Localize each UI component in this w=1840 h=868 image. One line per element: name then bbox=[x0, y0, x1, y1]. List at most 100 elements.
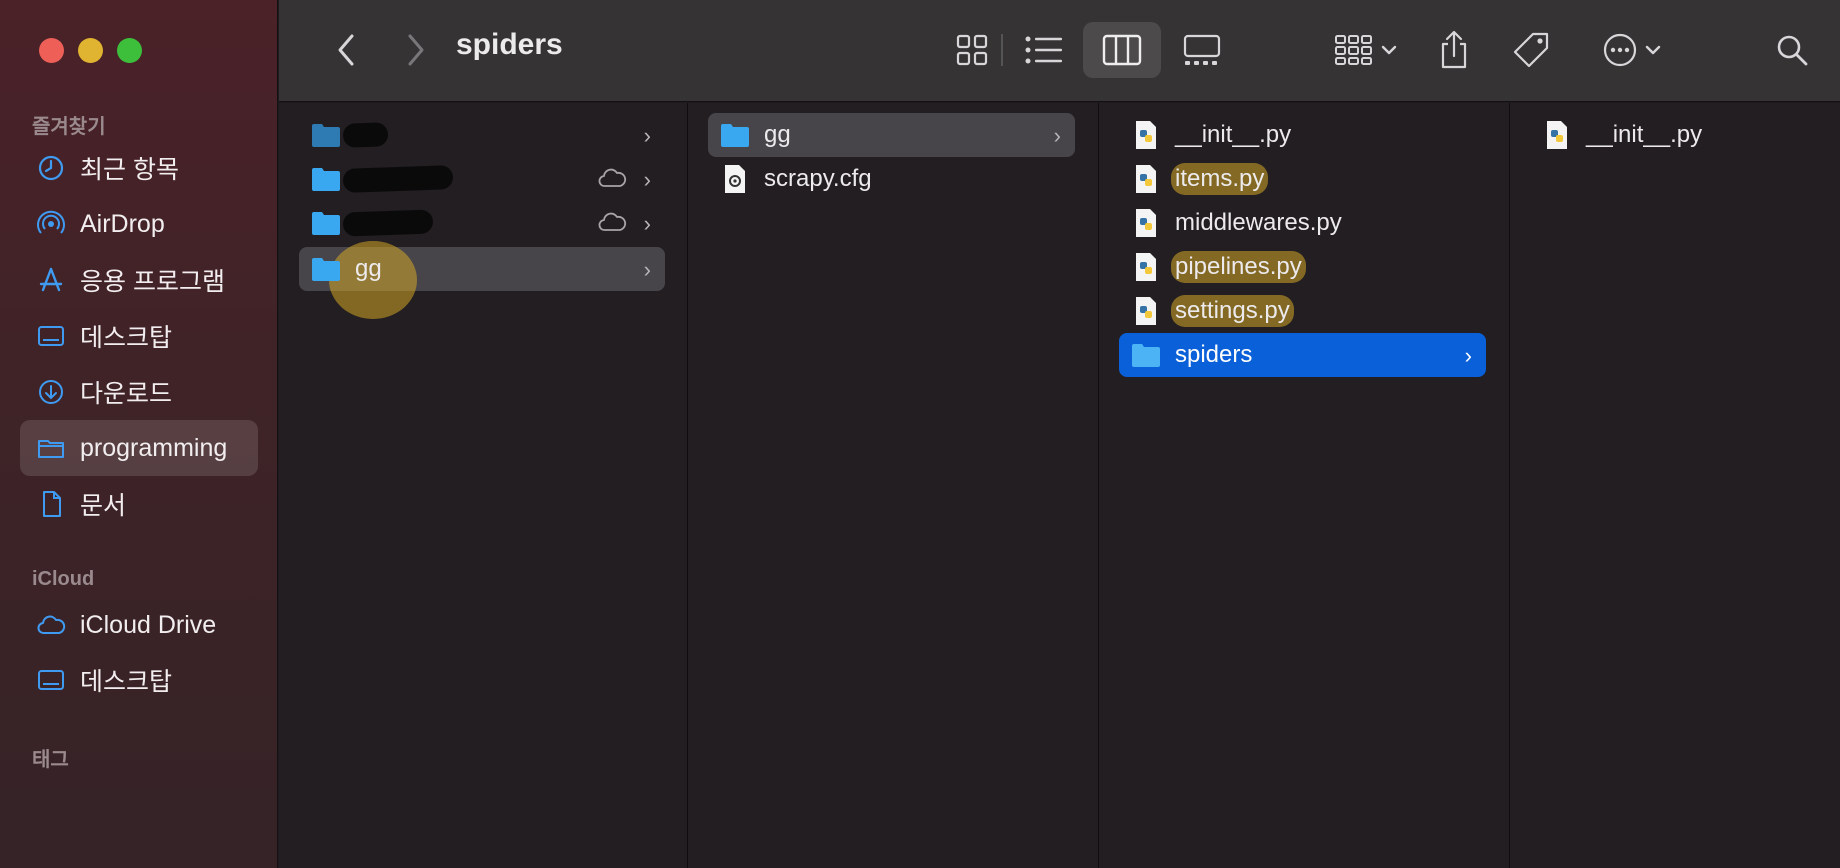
share-icon bbox=[1441, 30, 1467, 69]
sidebar-item-label: AirDrop bbox=[80, 209, 165, 238]
list-item[interactable]: › bbox=[299, 113, 665, 157]
chevron-right-icon: › bbox=[643, 123, 651, 148]
minimize-window-button[interactable] bbox=[78, 38, 103, 63]
zoom-window-button[interactable] bbox=[117, 38, 142, 63]
sidebar-item-applications[interactable]: 응용 프로그램 bbox=[20, 252, 258, 308]
list-item-label: settings.py bbox=[1171, 295, 1294, 327]
list-item-label: items.py bbox=[1171, 163, 1269, 195]
sidebar-item-label: programming bbox=[80, 433, 228, 462]
column-4: __init__.py bbox=[1511, 103, 1840, 868]
chevron-right-icon: › bbox=[643, 167, 651, 192]
list-item[interactable]: › bbox=[299, 157, 665, 201]
redacted-mark bbox=[342, 122, 389, 148]
folder-icon bbox=[311, 208, 341, 238]
sidebar: 즐겨찾기 최근 항목 AirDrop 응용 프로그램 데스크탑 다운로드 pro… bbox=[0, 0, 278, 868]
list-item-spiders-selected[interactable]: spiders › bbox=[1119, 333, 1486, 377]
folder-icon bbox=[36, 433, 66, 463]
desktop-icon bbox=[36, 665, 66, 695]
chevron-left-icon bbox=[338, 34, 354, 66]
python-file-icon bbox=[1131, 296, 1161, 326]
airdrop-icon bbox=[36, 209, 66, 239]
sidebar-item-label: 다운로드 bbox=[80, 380, 173, 408]
column-1: › › › gg › bbox=[279, 103, 688, 868]
clock-icon bbox=[36, 153, 66, 183]
column-view-button[interactable] bbox=[1083, 22, 1161, 78]
chevron-down-icon bbox=[1645, 45, 1661, 55]
list-item-label: gg bbox=[764, 121, 791, 148]
sidebar-item-documents[interactable]: 문서 bbox=[20, 476, 258, 532]
back-button[interactable] bbox=[321, 22, 371, 78]
python-file-icon bbox=[1131, 208, 1161, 238]
folder-icon bbox=[311, 254, 341, 284]
list-item[interactable]: __init__.py bbox=[1530, 113, 1820, 157]
toolbar-divider bbox=[1001, 34, 1003, 66]
more-actions-button[interactable] bbox=[1594, 22, 1670, 78]
search-icon bbox=[1777, 35, 1808, 66]
close-window-button[interactable] bbox=[39, 38, 64, 63]
sidebar-item-label: 최근 항목 bbox=[80, 156, 179, 184]
search-button[interactable] bbox=[1767, 22, 1817, 78]
group-menu-button[interactable] bbox=[1327, 22, 1405, 78]
sidebar-item-label: 데스크탑 bbox=[80, 324, 173, 352]
list-item[interactable]: settings.py bbox=[1119, 289, 1486, 333]
tag-icon bbox=[1513, 32, 1549, 68]
list-item[interactable]: scrapy.cfg bbox=[708, 157, 1075, 201]
sidebar-section-tags: 태그 bbox=[32, 749, 69, 771]
sidebar-item-label: 데스크탑 bbox=[80, 668, 173, 696]
list-item[interactable]: __init__.py bbox=[1119, 113, 1486, 157]
list-item-label: gg bbox=[355, 255, 382, 282]
cloud-icon bbox=[597, 211, 627, 240]
cloud-icon bbox=[597, 167, 627, 196]
column-browser: › › › gg › gg › scrapy.cfg __init__.py i… bbox=[279, 103, 1840, 868]
list-item[interactable]: items.py bbox=[1119, 157, 1486, 201]
sidebar-item-label: 응용 프로그램 bbox=[80, 268, 225, 296]
python-file-icon bbox=[1131, 252, 1161, 282]
list-item-label: __init__.py bbox=[1175, 121, 1292, 148]
document-icon bbox=[36, 489, 66, 519]
redacted-mark bbox=[342, 209, 434, 237]
list-item-gg-selected[interactable]: gg › bbox=[299, 241, 665, 319]
sidebar-item-icloud-desktop[interactable]: 데스크탑 bbox=[20, 652, 258, 708]
toolbar: spiders bbox=[279, 0, 1840, 102]
chevron-right-icon: › bbox=[643, 257, 651, 282]
applications-icon bbox=[36, 265, 66, 295]
icon-view-button[interactable] bbox=[944, 22, 1000, 78]
chevron-right-icon bbox=[408, 34, 424, 66]
list-item-gg-selected[interactable]: gg › bbox=[708, 113, 1075, 157]
folder-icon bbox=[720, 120, 750, 150]
sidebar-item-label: 문서 bbox=[80, 492, 127, 520]
list-item-label: spiders bbox=[1175, 341, 1253, 368]
list-view-button[interactable] bbox=[1014, 22, 1074, 78]
column-3: __init__.py items.py middlewares.py pipe… bbox=[1100, 103, 1510, 868]
list-item[interactable]: pipelines.py bbox=[1119, 245, 1486, 289]
list-item[interactable]: middlewares.py bbox=[1119, 201, 1486, 245]
chevron-right-icon: › bbox=[1053, 123, 1061, 148]
python-file-icon bbox=[1542, 120, 1572, 150]
list-item-label: middlewares.py bbox=[1175, 209, 1342, 236]
list-icon bbox=[1025, 36, 1062, 64]
download-icon bbox=[36, 377, 66, 407]
sidebar-item-downloads[interactable]: 다운로드 bbox=[20, 364, 258, 420]
sidebar-item-label: iCloud Drive bbox=[80, 610, 217, 639]
redacted-mark bbox=[342, 165, 454, 193]
list-item-label: pipelines.py bbox=[1171, 251, 1306, 283]
columns-icon bbox=[1102, 34, 1142, 66]
chevron-right-icon: › bbox=[1464, 343, 1472, 368]
share-button[interactable] bbox=[1429, 22, 1479, 78]
group-grid-icon bbox=[1335, 35, 1372, 65]
python-file-icon bbox=[1131, 164, 1161, 194]
sidebar-item-icloud-drive[interactable]: iCloud Drive bbox=[20, 597, 258, 653]
tag-button[interactable] bbox=[1504, 22, 1558, 78]
gallery-icon bbox=[1183, 34, 1221, 65]
python-file-icon bbox=[1131, 120, 1161, 150]
folder-icon bbox=[311, 164, 341, 194]
sidebar-section-icloud: iCloud bbox=[32, 568, 95, 590]
gallery-view-button[interactable] bbox=[1171, 22, 1233, 78]
sidebar-item-desktop[interactable]: 데스크탑 bbox=[20, 308, 258, 364]
sidebar-item-recents[interactable]: 최근 항목 bbox=[20, 140, 258, 196]
forward-button[interactable] bbox=[391, 22, 441, 78]
window-controls bbox=[39, 38, 142, 63]
sidebar-item-programming[interactable]: programming bbox=[20, 420, 258, 476]
sidebar-item-airdrop[interactable]: AirDrop bbox=[20, 196, 258, 252]
list-item[interactable]: › bbox=[299, 201, 665, 245]
